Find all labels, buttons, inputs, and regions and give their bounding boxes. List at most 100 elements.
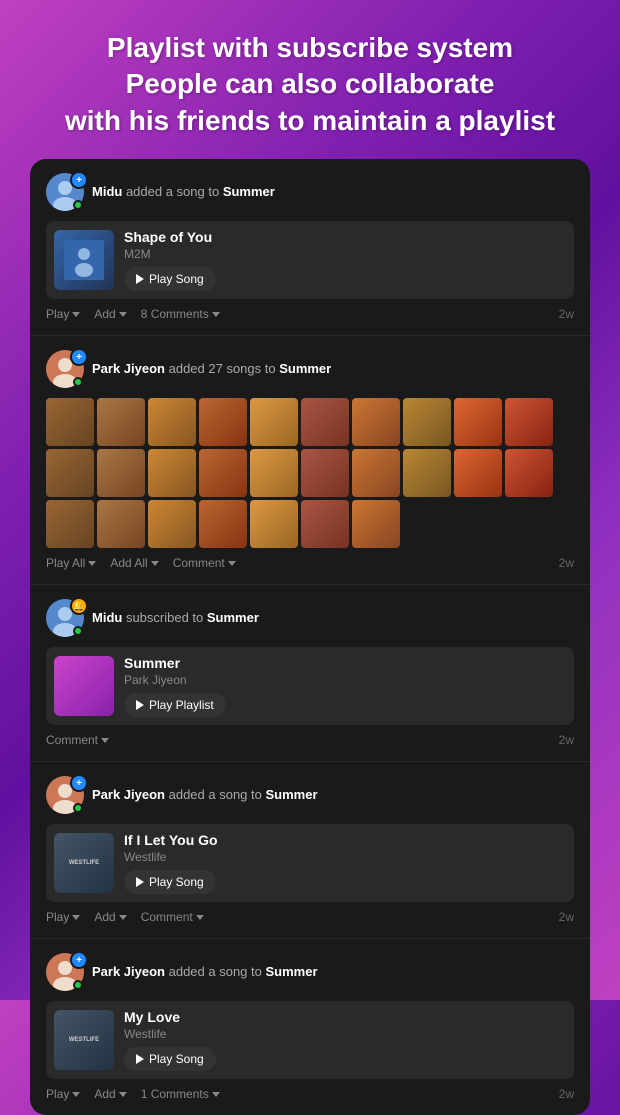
song-info-5: My Love Westlife Play Song — [124, 1009, 566, 1071]
add-action-4[interactable]: Add — [94, 910, 126, 924]
comments-action-5[interactable]: 1 Comments — [141, 1087, 220, 1101]
user-action-4: Park Jiyeon added a song to Summer — [92, 787, 318, 804]
timestamp-1: 2w — [559, 307, 574, 321]
play-song-btn-1[interactable]: Play Song — [124, 267, 216, 291]
song-info-4: If I Let You Go Westlife Play Song — [124, 832, 566, 894]
grid-thumb-9 — [505, 398, 553, 446]
action-row-3: Comment 2w — [46, 733, 574, 747]
play-action-4[interactable]: Play — [46, 910, 80, 924]
avatar-midu-1: + — [46, 173, 84, 211]
grid-thumb-26 — [352, 500, 400, 548]
comment-action-2[interactable]: Comment — [173, 556, 236, 570]
song-thumb-1 — [54, 230, 114, 290]
chevron-icon — [119, 1092, 127, 1097]
comment-action-3[interactable]: Comment — [46, 733, 109, 747]
action-row-1: Play Add 8 Comments 2w — [46, 307, 574, 321]
song-thumb-5: WESTLIFE — [54, 1010, 114, 1070]
feed-item-5: + Park Jiyeon added a song to Summer WES… — [30, 939, 590, 1115]
user-action-1: Midu added a song to Summer — [92, 184, 275, 201]
chevron-icon — [101, 738, 109, 743]
feed-item-4: + Park Jiyeon added a song to Summer WES… — [30, 762, 590, 939]
playlist-card-3: Summer Park Jiyeon Play Playlist — [46, 647, 574, 725]
add-badge-4: + — [70, 774, 88, 792]
add-badge-5: + — [70, 951, 88, 969]
grid-thumb-14 — [250, 449, 298, 497]
notif-badge-3: 🔔 — [70, 597, 88, 615]
avatar-midu-3: 🔔 — [46, 599, 84, 637]
grid-thumb-10 — [46, 449, 94, 497]
grid-thumb-2 — [148, 398, 196, 446]
action-row-5: Play Add 1 Comments 2w — [46, 1087, 574, 1101]
play-action-1[interactable]: Play — [46, 307, 80, 321]
online-dot-4 — [73, 803, 83, 813]
chevron-icon — [212, 1092, 220, 1097]
play-playlist-btn-3[interactable]: Play Playlist — [124, 693, 226, 717]
grid-thumb-20 — [46, 500, 94, 548]
play-icon-3 — [136, 700, 144, 710]
song-info-1: Shape of You M2M Play Song — [124, 229, 566, 291]
playlist-name-3: Summer — [124, 655, 226, 671]
comment-action-4[interactable]: Comment — [141, 910, 204, 924]
grid-thumb-21 — [97, 500, 145, 548]
add-badge-2: + — [70, 348, 88, 366]
user-action-2: Park Jiyeon added 27 songs to Summer — [92, 361, 331, 378]
avatar-park-2: + — [46, 350, 84, 388]
chevron-icon — [119, 312, 127, 317]
grid-thumb-1 — [97, 398, 145, 446]
feed-item-3: 🔔 Midu subscribed to Summer Summer Park … — [30, 585, 590, 762]
chevron-icon — [72, 1092, 80, 1097]
timestamp-5: 2w — [559, 1087, 574, 1101]
action-row-2: Play All Add All Comment 2w — [46, 556, 574, 570]
playlist-thumb-3 — [54, 656, 114, 716]
grid-thumb-25 — [301, 500, 349, 548]
timestamp-2: 2w — [559, 556, 574, 570]
headline: Playlist with subscribe system People ca… — [40, 30, 580, 139]
grid-thumb-17 — [403, 449, 451, 497]
feed-card: + Midu added a song to Summer Shape of Y… — [30, 159, 590, 1115]
playlist-info-3: Summer Park Jiyeon Play Playlist — [124, 655, 226, 717]
grid-thumb-13 — [199, 449, 247, 497]
online-dot-1 — [73, 200, 83, 210]
grid-thumb-15 — [301, 449, 349, 497]
grid-thumb-23 — [199, 500, 247, 548]
song-card-5: WESTLIFE My Love Westlife Play Song — [46, 1001, 574, 1079]
add-all-action-2[interactable]: Add All — [110, 556, 158, 570]
feed-item-2: + Park Jiyeon added 27 songs to Summer P… — [30, 336, 590, 585]
action-row-4: Play Add Comment 2w — [46, 910, 574, 924]
add-action-5[interactable]: Add — [94, 1087, 126, 1101]
song-title-1: Shape of You — [124, 229, 566, 245]
avatar-park-5: + — [46, 953, 84, 991]
play-icon-5 — [136, 1054, 144, 1064]
online-dot-3 — [73, 626, 83, 636]
user-action-5: Park Jiyeon added a song to Summer — [92, 964, 318, 981]
grid-thumb-18 — [454, 449, 502, 497]
song-card-1: Shape of You M2M Play Song — [46, 221, 574, 299]
chevron-icon — [119, 915, 127, 920]
add-action-1[interactable]: Add — [94, 307, 126, 321]
feed-item-1: + Midu added a song to Summer Shape of Y… — [30, 159, 590, 336]
grid-thumb-24 — [250, 500, 298, 548]
play-song-btn-4[interactable]: Play Song — [124, 870, 216, 894]
play-all-action-2[interactable]: Play All — [46, 556, 96, 570]
comments-action-1[interactable]: 8 Comments — [141, 307, 220, 321]
grid-thumb-16 — [352, 449, 400, 497]
timestamp-4: 2w — [559, 910, 574, 924]
grid-thumb-8 — [454, 398, 502, 446]
grid-thumb-22 — [148, 500, 196, 548]
chevron-icon — [88, 561, 96, 566]
song-thumb-4: WESTLIFE — [54, 833, 114, 893]
online-dot-5 — [73, 980, 83, 990]
song-title-4: If I Let You Go — [124, 832, 566, 848]
song-artist-4: Westlife — [124, 850, 566, 864]
grid-thumb-0 — [46, 398, 94, 446]
song-artist-1: M2M — [124, 247, 566, 261]
chevron-icon — [72, 915, 80, 920]
avatar-park-4: + — [46, 776, 84, 814]
play-song-btn-5[interactable]: Play Song — [124, 1047, 216, 1071]
playlist-owner-3: Park Jiyeon — [124, 673, 226, 687]
grid-thumb-12 — [148, 449, 196, 497]
add-badge-1: + — [70, 171, 88, 189]
chevron-icon — [196, 915, 204, 920]
song-artist-5: Westlife — [124, 1027, 566, 1041]
play-action-5[interactable]: Play — [46, 1087, 80, 1101]
